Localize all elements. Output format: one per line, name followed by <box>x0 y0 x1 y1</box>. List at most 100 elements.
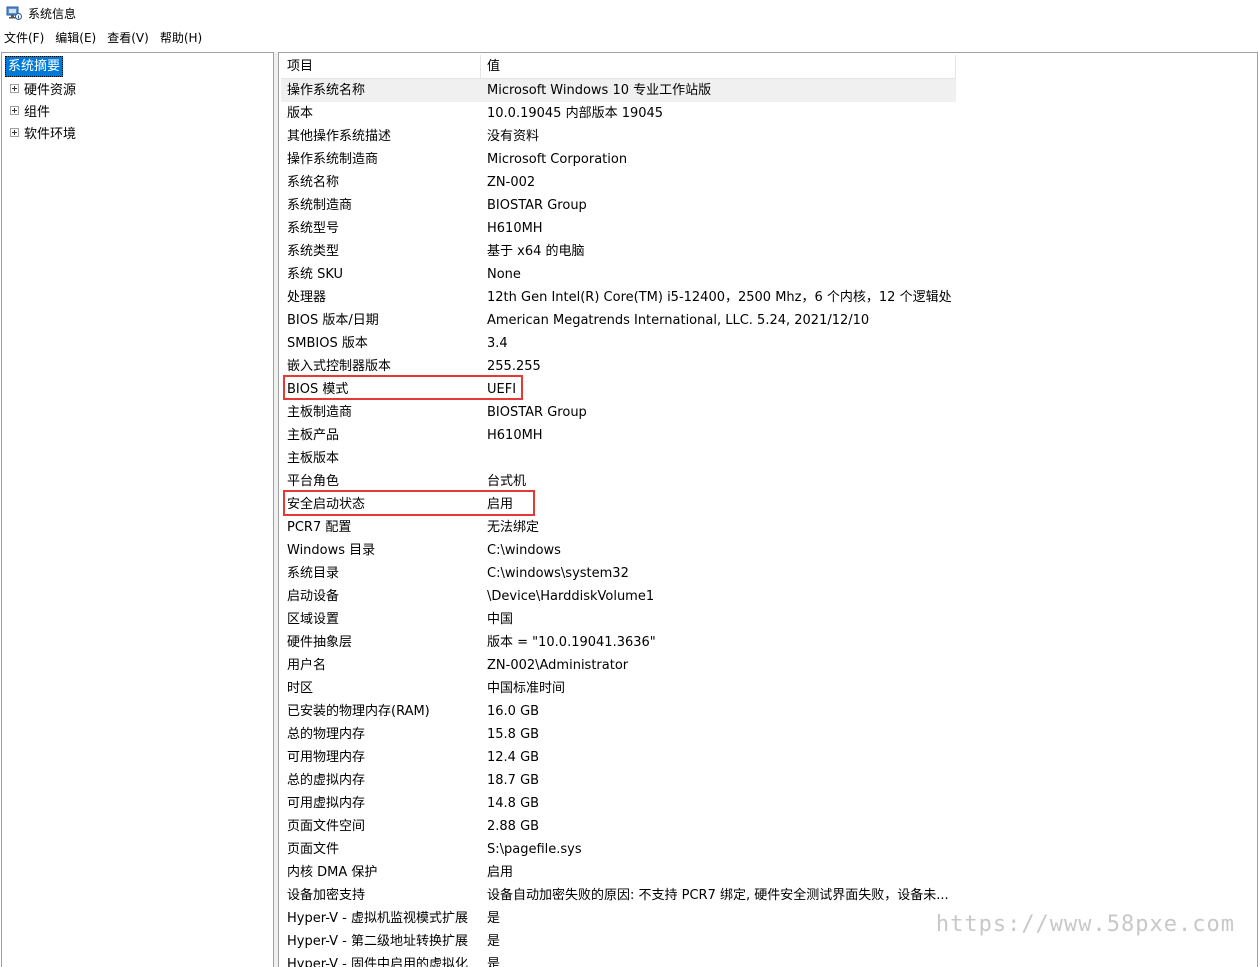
row-item: 系统目录 <box>287 566 340 581</box>
menu-view[interactable]: 查看(V) <box>103 27 156 49</box>
table-row[interactable]: 系统制造商 BIOSTAR Group <box>281 194 956 217</box>
table-row[interactable]: 安全启动状态 启用 <box>281 493 956 516</box>
table-row[interactable]: 设备加密支持 设备自动加密失败的原因: 不支持 PCR7 绑定, 硬件安全测试界面… <box>281 884 956 907</box>
row-item: 主板版本 <box>287 451 340 466</box>
row-item: 主板制造商 <box>287 405 353 420</box>
table-row[interactable]: 操作系统制造商 Microsoft Corporation <box>281 148 956 171</box>
table-row[interactable]: 操作系统名称 Microsoft Windows 10 专业工作站版 <box>281 79 956 102</box>
tree-item-components[interactable]: 组件 <box>10 100 50 120</box>
table-row[interactable]: 可用物理内存 12.4 GB <box>281 746 956 769</box>
row-value: 是 <box>487 934 501 949</box>
table-row[interactable]: 硬件抽象层 版本 = "10.0.19041.3636" <box>281 631 956 654</box>
row-item: 启动设备 <box>287 589 340 604</box>
row-item: Hyper-V - 第二级地址转换扩展 <box>287 934 469 949</box>
menu-edit[interactable]: 编辑(E) <box>51 27 103 49</box>
table-row[interactable]: PCR7 配置 无法绑定 <box>281 516 956 539</box>
menu-help[interactable]: 帮助(H) <box>156 27 209 49</box>
row-value: ZN-002\Administrator <box>487 658 629 673</box>
row-value: 3.4 <box>487 336 508 351</box>
row-value: Microsoft Windows 10 专业工作站版 <box>487 83 712 98</box>
table-row[interactable]: 系统 SKU None <box>281 263 956 286</box>
row-item: 总的物理内存 <box>287 727 366 742</box>
table-row[interactable]: 系统类型 基于 x64 的电脑 <box>281 240 956 263</box>
row-value: 中国 <box>487 612 514 627</box>
table-row[interactable]: 版本 10.0.19045 内部版本 19045 <box>281 102 956 125</box>
tree-item-software-environment[interactable]: 软件环境 <box>10 122 76 142</box>
expand-plus-icon[interactable] <box>10 105 19 115</box>
table-row[interactable]: 内核 DMA 保护 启用 <box>281 861 956 884</box>
table-row[interactable]: 时区 中国标准时间 <box>281 677 956 700</box>
table-row[interactable]: 页面文件 S:\pagefile.sys <box>281 838 956 861</box>
column-header-item[interactable]: 项目 <box>281 55 481 78</box>
expand-plus-icon[interactable] <box>10 127 19 137</box>
tree-item-hardware-resources[interactable]: 硬件资源 <box>10 78 76 98</box>
row-value: BIOSTAR Group <box>487 405 587 420</box>
row-value: 255.255 <box>487 359 541 374</box>
row-item: 其他操作系统描述 <box>287 129 392 144</box>
row-item: 内核 DMA 保护 <box>287 865 378 880</box>
row-value: S:\pagefile.sys <box>487 842 582 857</box>
table-row[interactable]: 总的物理内存 15.8 GB <box>281 723 956 746</box>
table-row[interactable]: 系统目录 C:\windows\system32 <box>281 562 956 585</box>
row-item: 版本 <box>287 106 314 121</box>
row-value: 设备自动加密失败的原因: 不支持 PCR7 绑定, 硬件安全测试界面失败，设备未… <box>487 888 949 903</box>
expand-plus-icon[interactable] <box>10 83 19 93</box>
table-row[interactable]: 主板制造商 BIOSTAR Group <box>281 401 956 424</box>
column-header-value[interactable]: 值 <box>481 55 956 78</box>
row-item: 页面文件空间 <box>287 819 366 834</box>
row-value: 启用 <box>487 865 514 880</box>
row-item: 硬件抽象层 <box>287 635 353 650</box>
table-row[interactable]: 主板版本 <box>281 447 956 470</box>
table-row[interactable]: BIOS 版本/日期 American Megatrends Internatio… <box>281 309 956 332</box>
row-value: BIOSTAR Group <box>487 198 587 213</box>
table-row[interactable]: 总的虚拟内存 18.7 GB <box>281 769 956 792</box>
table-row[interactable]: 启动设备 \Device\HarddiskVolume1 <box>281 585 956 608</box>
row-value: 无法绑定 <box>487 520 540 535</box>
row-item: 操作系统制造商 <box>287 152 379 167</box>
details-pane[interactable]: 项目 值 操作系统名称 Microsoft Windows 10 专业工作站版 版本… <box>278 52 1258 967</box>
table-row[interactable]: 区域设置 中国 <box>281 608 956 631</box>
category-tree[interactable]: 系统摘要 硬件资源 组件 软件环境 <box>1 52 274 967</box>
table-row[interactable]: Hyper-V - 第二级地址转换扩展 是 <box>281 930 956 953</box>
table-row[interactable]: 可用虚拟内存 14.8 GB <box>281 792 956 815</box>
table-row[interactable]: BIOS 模式 UEFI <box>281 378 956 401</box>
menu-file[interactable]: 文件(F) <box>0 27 51 49</box>
table-row[interactable]: 页面文件空间 2.88 GB <box>281 815 956 838</box>
row-value: ZN-002 <box>487 175 536 190</box>
row-item: 主板产品 <box>287 428 340 443</box>
row-item: PCR7 配置 <box>287 520 352 535</box>
row-item: 系统 SKU <box>287 267 344 282</box>
row-value: C:\windows\system32 <box>487 566 629 581</box>
title-bar: 系统信息 <box>0 0 1259 26</box>
table-row[interactable]: 平台角色 台式机 <box>281 470 956 493</box>
tree-item-system-summary[interactable]: 系统摘要 <box>5 56 64 77</box>
row-item: 可用虚拟内存 <box>287 796 366 811</box>
table-row[interactable]: 用户名 ZN-002\Administrator <box>281 654 956 677</box>
grid-header: 项目 值 <box>281 55 956 79</box>
table-row[interactable]: 主板产品 H610MH <box>281 424 956 447</box>
table-row[interactable]: Windows 目录 C:\windows <box>281 539 956 562</box>
tree-item-label: 软件环境 <box>24 126 77 142</box>
row-item: Hyper-V - 虚拟机监视模式扩展 <box>287 911 469 926</box>
table-row[interactable]: 其他操作系统描述 没有资料 <box>281 125 956 148</box>
row-item: BIOS 模式 <box>287 382 349 397</box>
row-value: 中国标准时间 <box>487 681 566 696</box>
menu-bar: 文件(F) 编辑(E) 查看(V) 帮助(H) <box>0 27 1259 49</box>
table-row[interactable]: 嵌入式控制器版本 255.255 <box>281 355 956 378</box>
row-value: 没有资料 <box>487 129 540 144</box>
table-row[interactable]: Hyper-V - 固件中启用的虚拟化 是 <box>281 953 956 967</box>
table-row[interactable]: SMBIOS 版本 3.4 <box>281 332 956 355</box>
row-item: 嵌入式控制器版本 <box>287 359 392 374</box>
table-row[interactable]: 系统型号 H610MH <box>281 217 956 240</box>
row-item: 平台角色 <box>287 474 340 489</box>
row-value: None <box>487 267 521 282</box>
row-item: 时区 <box>287 681 314 696</box>
table-row[interactable]: Hyper-V - 虚拟机监视模式扩展 是 <box>281 907 956 930</box>
row-item: BIOS 版本/日期 <box>287 313 379 328</box>
tree-item-label: 硬件资源 <box>24 82 77 98</box>
table-row[interactable]: 已安装的物理内存(RAM) 16.0 GB <box>281 700 956 723</box>
row-item: 设备加密支持 <box>287 888 366 903</box>
row-value: 台式机 <box>487 474 527 489</box>
table-row[interactable]: 系统名称 ZN-002 <box>281 171 956 194</box>
table-row[interactable]: 处理器 12th Gen Intel(R) Core(TM) i5-12400，2… <box>281 286 956 309</box>
